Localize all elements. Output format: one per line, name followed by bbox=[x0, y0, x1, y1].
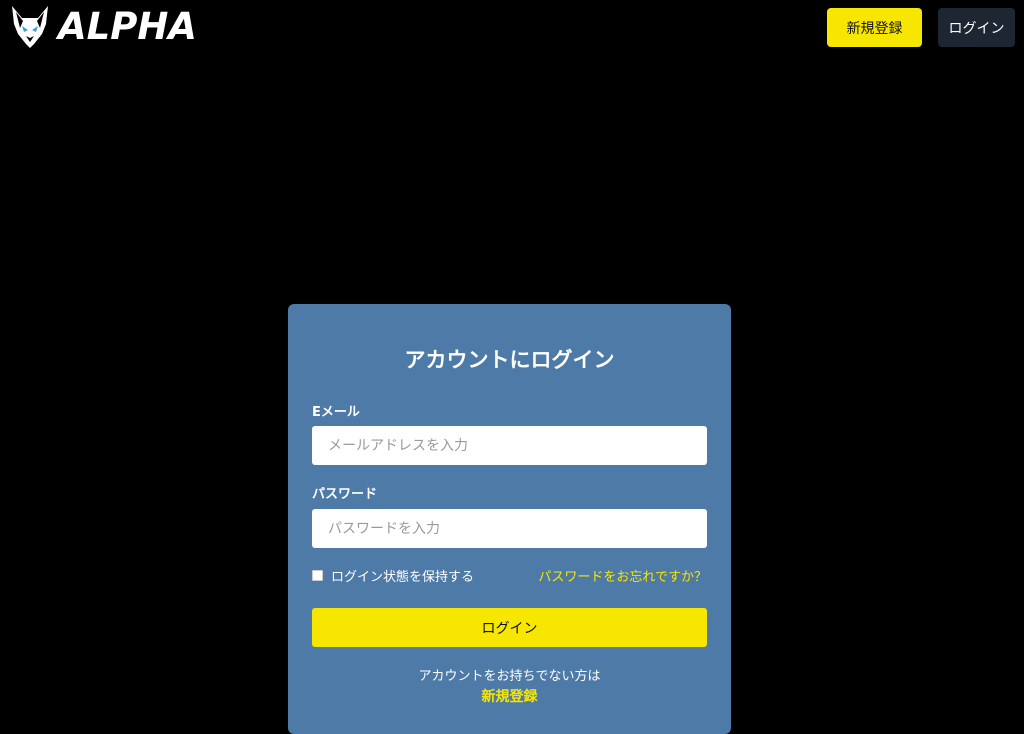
no-account-text: アカウントをお持ちでない方は bbox=[418, 669, 601, 684]
login-button[interactable]: ログイン bbox=[938, 8, 1015, 47]
site-logo[interactable]: ALPHA bbox=[8, 4, 197, 50]
logo-text: ALPHA bbox=[58, 5, 197, 48]
site-header: ALPHA 新規登録 ログイン bbox=[0, 0, 1024, 56]
wolf-head-icon bbox=[12, 6, 48, 48]
password-field[interactable] bbox=[312, 509, 707, 548]
card-title: アカウントにログイン bbox=[404, 348, 615, 372]
password-label: パスワード bbox=[312, 487, 378, 502]
forgot-password-link[interactable]: パスワードをお忘れですか？ bbox=[538, 566, 707, 585]
login-card: アカウントにログイン Eメール パスワード ログイン状態を保持する パスワードを… bbox=[288, 304, 731, 734]
remember-me[interactable]: ログイン状態を保持する bbox=[312, 566, 474, 585]
email-field[interactable] bbox=[312, 426, 707, 465]
register-button[interactable]: 新規登録 bbox=[827, 8, 922, 47]
remember-label: ログイン状態を保持する bbox=[331, 570, 475, 585]
submit-login-button[interactable]: ログイン bbox=[312, 608, 707, 647]
email-label: Eメール bbox=[312, 405, 360, 420]
register-link[interactable]: 新規登録 bbox=[288, 686, 731, 706]
remember-checkbox[interactable] bbox=[312, 570, 323, 581]
